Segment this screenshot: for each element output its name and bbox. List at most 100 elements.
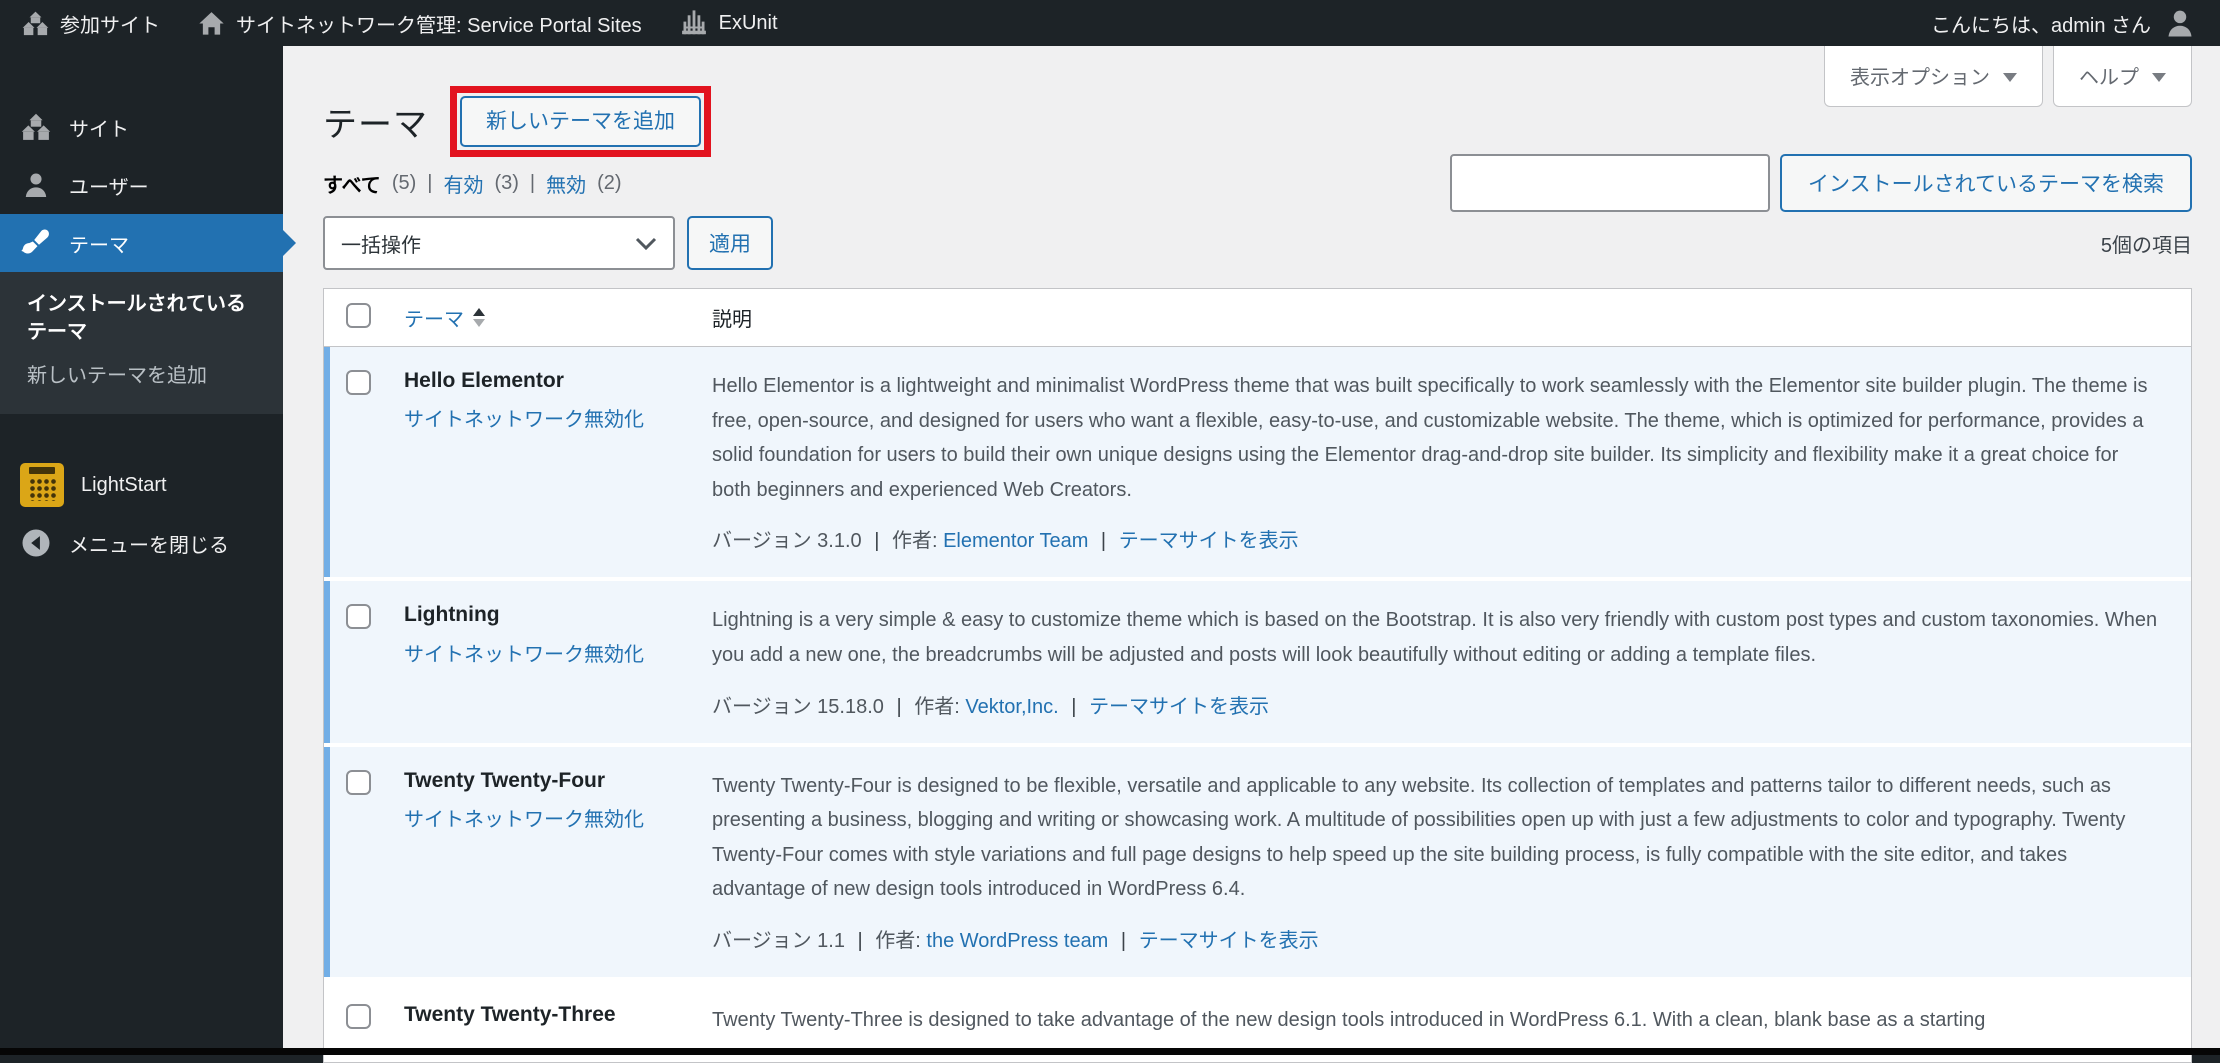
row-checkbox[interactable]	[346, 370, 371, 395]
theme-name: Hello Elementor	[404, 369, 564, 392]
theme-site-link[interactable]: テーマサイトを表示	[1089, 696, 1269, 718]
filter-all[interactable]: すべて	[323, 169, 381, 198]
table-row: Twenty Twenty-Four サイトネットワーク無効化 Twenty T…	[324, 746, 2191, 981]
theme-search-group: インストールされているテーマを検索	[1450, 154, 2192, 212]
theme-description: Twenty Twenty-Three is designed to take …	[712, 1008, 1986, 1031]
network-disable-link[interactable]: サイトネットワーク無効化	[404, 803, 698, 832]
admin-menu-sidebar: サイト ユーザー テーマ インストールされているテーマ 新しいテーマを追加 Li…	[0, 46, 283, 1055]
themes-submenu: インストールされているテーマ 新しいテーマを追加	[0, 272, 283, 414]
theme-site-link[interactable]: テーマサイトを表示	[1139, 930, 1319, 952]
theme-description: Hello Elementor is a lightweight and min…	[712, 375, 2148, 501]
sidebar-item-users[interactable]: ユーザー	[0, 156, 283, 214]
users-icon	[20, 170, 52, 200]
wordpress-network-admin-screen: 参加サイト サイトネットワーク管理: Service Portal Sites …	[0, 0, 2220, 1063]
theme-version: バージョン 1.1	[712, 929, 845, 952]
filter-enabled-count: (3)	[494, 172, 519, 194]
sidebar-item-themes[interactable]: テーマ	[0, 214, 283, 272]
theme-meta: バージョン 3.1.0 | 作者: Elementor Team | テーマサイ…	[712, 524, 2161, 553]
theme-author-link[interactable]: Vektor,Inc.	[965, 696, 1058, 718]
adminbar-exunit[interactable]: ExUnit	[680, 9, 778, 37]
submenu-add-new-theme[interactable]: 新しいテーマを追加	[27, 362, 255, 390]
help-label: ヘルプ	[2079, 67, 2139, 89]
filter-disabled[interactable]: 無効	[546, 169, 586, 198]
row-checkbox[interactable]	[346, 604, 371, 630]
filter-separator: |	[529, 172, 536, 194]
theme-author-link[interactable]: the WordPress team	[926, 930, 1108, 952]
theme-author-link[interactable]: Elementor Team	[943, 530, 1088, 552]
row-checkbox[interactable]	[346, 769, 371, 795]
adminbar-greeting: こんにちは、admin さん	[1930, 14, 2151, 37]
page-title: テーマ	[323, 106, 428, 144]
screen-options-button[interactable]: 表示オプション	[1824, 46, 2043, 107]
appearance-brush-icon	[20, 228, 52, 258]
search-input[interactable]	[1450, 154, 1771, 212]
sidebar-item-sites[interactable]: サイト	[0, 98, 283, 156]
theme-site-link[interactable]: テーマサイトを表示	[1119, 530, 1299, 552]
adminbar-network-admin-label: サイトネットワーク管理: Service Portal Sites	[236, 14, 642, 37]
sort-asc-icon	[473, 308, 485, 316]
content-area: 表示オプション ヘルプ テーマ 新しいテーマを追加 インストールされているテーマ…	[283, 46, 2220, 1063]
adminbar-my-sites[interactable]: 参加サイト	[22, 9, 160, 38]
themes-table-body: Hello Elementor サイトネットワーク無効化 Hello Eleme…	[324, 347, 2191, 1062]
bulk-actions-selected-value: 一括操作	[341, 234, 421, 257]
sort-icons	[473, 308, 485, 327]
items-count: 5個の項目	[2100, 234, 2192, 257]
meta-separator: |	[874, 530, 880, 553]
sidebar-item-users-label: ユーザー	[69, 176, 149, 199]
filter-enabled[interactable]: 有効	[443, 169, 483, 198]
adminbar-my-sites-label: 参加サイト	[60, 14, 160, 37]
sidebar-separator	[0, 414, 283, 456]
filter-separator: |	[427, 172, 433, 194]
adminbar-account[interactable]: こんにちは、admin さん	[1931, 7, 2196, 39]
adminbar-network-admin[interactable]: サイトネットワーク管理: Service Portal Sites	[198, 9, 642, 38]
column-header-description: 説明	[712, 309, 752, 331]
screen-bottom-edge	[0, 1048, 2220, 1055]
table-row: Lightning サイトネットワーク無効化 Lightning is a ve…	[324, 581, 2191, 747]
search-installed-themes-button[interactable]: インストールされているテーマを検索	[1780, 154, 2192, 212]
user-avatar-icon	[2164, 7, 2196, 39]
network-disable-link[interactable]: サイトネットワーク無効化	[404, 638, 698, 667]
meta-separator: |	[1100, 530, 1107, 553]
help-button[interactable]: ヘルプ	[2053, 46, 2192, 107]
sidebar-item-themes-label: テーマ	[69, 234, 129, 257]
home-icon	[198, 10, 225, 37]
theme-meta: バージョン 1.1 | 作者: the WordPress team | テーマ…	[712, 924, 2161, 953]
adminbar-exunit-label: ExUnit	[718, 11, 778, 34]
theme-version: バージョン 3.1.0	[712, 530, 862, 553]
sort-desc-icon	[473, 319, 485, 327]
screen-options-label: 表示オプション	[1850, 67, 1990, 89]
theme-meta: バージョン 15.18.0 | 作者: Vektor,Inc. | テーマサイト…	[712, 690, 2161, 719]
theme-author-label: 作者:	[891, 530, 938, 553]
bulk-actions-select[interactable]: 一括操作	[323, 216, 675, 270]
theme-name: Twenty Twenty-Four	[404, 768, 606, 792]
theme-author-label: 作者:	[914, 695, 960, 718]
main-layout: サイト ユーザー テーマ インストールされているテーマ 新しいテーマを追加 Li…	[0, 46, 2220, 1063]
chevron-down-icon	[2152, 72, 2166, 82]
select-all-checkbox[interactable]	[346, 302, 371, 328]
apply-button[interactable]: 適用	[687, 216, 773, 270]
sidebar-item-lightstart-label: LightStart	[81, 473, 167, 496]
row-checkbox[interactable]	[346, 1003, 371, 1029]
themes-list-table: テーマ 説明 Hello Elementor サイトネットワーク無効化 Hell…	[323, 288, 2192, 1063]
exunit-icon	[680, 9, 708, 37]
screen-meta: 表示オプション ヘルプ	[1824, 46, 2192, 107]
multisite-icon	[22, 10, 49, 37]
chevron-down-icon	[635, 237, 657, 250]
sidebar-item-lightstart[interactable]: LightStart	[0, 456, 283, 514]
sidebar-collapse-menu[interactable]: メニューを閉じる	[0, 514, 283, 572]
submenu-installed-themes[interactable]: インストールされているテーマ	[27, 290, 255, 346]
sidebar-collapse-label: メニューを閉じる	[69, 534, 229, 557]
meta-separator: |	[1120, 929, 1127, 952]
column-header-theme[interactable]: テーマ	[404, 303, 712, 332]
add-new-theme-button[interactable]: 新しいテーマを追加	[460, 96, 701, 147]
collapse-arrow-icon	[20, 528, 52, 558]
list-table-toolbar: 一括操作 適用 5個の項目	[323, 216, 2192, 270]
annotation-red-box: 新しいテーマを追加	[450, 86, 711, 157]
theme-author-label: 作者:	[875, 929, 921, 952]
theme-name: Lightning	[404, 603, 500, 627]
meta-separator: |	[857, 929, 863, 952]
meta-separator: |	[1071, 695, 1077, 718]
network-disable-link[interactable]: サイトネットワーク無効化	[404, 403, 698, 432]
chevron-down-icon	[2003, 72, 2017, 82]
admin-bar: 参加サイト サイトネットワーク管理: Service Portal Sites …	[0, 0, 2220, 46]
